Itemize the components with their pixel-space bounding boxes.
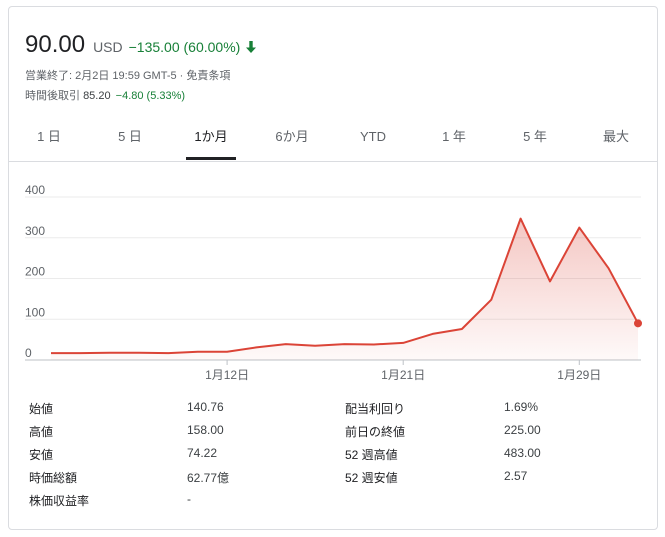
stat-value-market-cap: 62.77億: [187, 471, 230, 485]
y-tick-label: 100: [25, 305, 45, 319]
stat-label-52w-low: 52 週安値: [345, 471, 398, 485]
stat-value-dividend-yield: 1.69%: [504, 400, 539, 414]
stat-value-52w-high: 483.00: [504, 446, 541, 460]
price-change: −135.00 (60.00%): [128, 39, 241, 55]
tab-6-months[interactable]: 6か月: [267, 119, 317, 159]
tab-1-day[interactable]: 1 日: [24, 119, 74, 159]
x-tick-label: 1月12日: [205, 368, 249, 382]
price-chart: 0 100 200 300 400 1月12日 1月21日 1月29日: [25, 185, 642, 382]
after-hours-label: 時間後取引: [25, 90, 80, 102]
tab-5-years[interactable]: 5 年: [510, 119, 560, 159]
tab-max[interactable]: 最大: [591, 119, 641, 159]
stat-value-pe-ratio: -: [187, 492, 191, 506]
stat-label-open: 始値: [29, 402, 54, 416]
y-tick-label: 0: [25, 346, 32, 360]
time-range-tabs: 1 日 5 日 1か月 6か月 YTD 1 年 5 年 最大: [9, 119, 657, 162]
stat-label-dividend-yield: 配当利回り: [345, 402, 406, 416]
stat-value-prev-close: 225.00: [504, 423, 541, 437]
arrow-down-icon: [246, 40, 257, 53]
after-hours-change: −4.80 (5.33%): [115, 90, 186, 102]
tab-5-days[interactable]: 5 日: [105, 119, 155, 159]
stat-value-52w-low: 2.57: [504, 469, 528, 483]
stock-card: 90.00 USD −135.00 (60.00%) 営業終了: 2月2日 19…: [8, 6, 658, 530]
market-status: 営業終了: 2月2日 19:59 GMT-5 · 免責条項: [25, 70, 231, 82]
current-price: 90.00: [25, 31, 86, 58]
stat-label-high: 高値: [29, 425, 54, 439]
stat-label-pe-ratio: 株価収益率: [29, 494, 90, 508]
stat-value-open: 140.76: [187, 400, 224, 414]
after-hours: 時間後取引 85.20 −4.80 (5.33%): [25, 87, 185, 103]
y-tick-label: 300: [25, 224, 45, 238]
stat-value-low: 74.22: [187, 446, 218, 460]
tab-ytd[interactable]: YTD: [348, 119, 398, 159]
y-tick-label: 200: [25, 265, 45, 279]
x-tick-label: 1月29日: [557, 368, 601, 382]
currency-code: USD: [93, 39, 123, 55]
price-row: 90.00 USD −135.00 (60.00%): [25, 31, 257, 59]
stat-label-low: 安値: [29, 448, 54, 462]
y-tick-label: 400: [25, 185, 45, 197]
stat-label-52w-high: 52 週高値: [345, 448, 398, 462]
stat-label-prev-close: 前日の終値: [345, 425, 406, 439]
x-tick-label: 1月21日: [381, 368, 425, 382]
stat-value-high: 158.00: [187, 423, 224, 437]
stat-label-market-cap: 時価総額: [29, 471, 78, 485]
tab-1-month[interactable]: 1か月: [186, 119, 236, 160]
after-hours-price: 85.20: [83, 90, 111, 102]
tab-1-year[interactable]: 1 年: [429, 119, 479, 159]
chart-last-point[interactable]: [634, 319, 642, 328]
chart-area-fill: [51, 218, 638, 360]
